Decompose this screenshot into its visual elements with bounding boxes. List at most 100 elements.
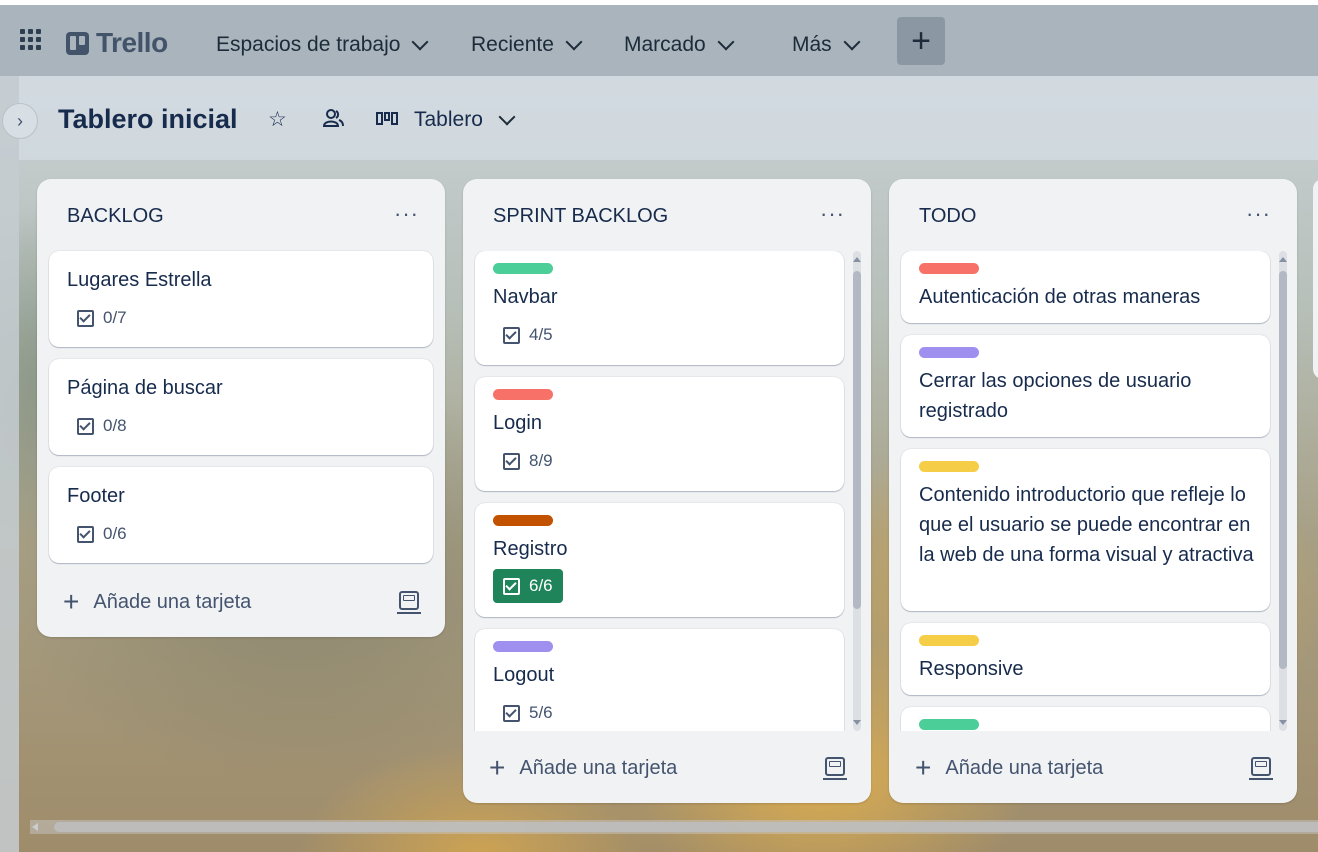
chevron-down-icon xyxy=(843,33,861,51)
card-template-icon[interactable] xyxy=(1249,757,1273,780)
checklist-count: 8/9 xyxy=(529,451,553,470)
board-title[interactable]: Tablero inicial xyxy=(58,104,238,135)
list-backlog: BACKLOG ··· Lugares Estrella 0/7 Página … xyxy=(37,179,445,637)
plus-icon: + xyxy=(63,586,80,617)
scroll-up-arrow[interactable] xyxy=(853,257,861,262)
card-scroll-area: Autenticación de otras maneras Cerrar la… xyxy=(889,251,1297,731)
card[interactable]: Cerrar las opciones de usuario registrad… xyxy=(901,335,1270,437)
board-horizontal-scrollbar[interactable] xyxy=(30,820,1318,834)
card-title: Registro xyxy=(493,538,568,560)
star-icon[interactable]: ☆ xyxy=(268,107,287,132)
checklist-badge-complete: 6/6 xyxy=(493,569,563,603)
scroll-left-arrow[interactable] xyxy=(32,823,38,831)
card-label xyxy=(919,719,979,730)
board-view-switcher[interactable]: Tablero xyxy=(414,108,516,132)
nav-more-menu[interactable]: Más xyxy=(792,33,861,57)
scrollbar-thumb[interactable] xyxy=(54,822,1318,832)
scrollbar-thumb[interactable] xyxy=(1279,271,1287,669)
create-button[interactable]: + xyxy=(897,17,945,65)
card[interactable]: Responsive xyxy=(901,623,1270,695)
list-sprint-backlog: SPRINT BACKLOG ··· Navbar 4/5 Login 8/9 … xyxy=(463,179,871,803)
card[interactable]: Contenido introductorio que refleje lo q… xyxy=(901,449,1270,611)
list-title[interactable]: SPRINT BACKLOG xyxy=(493,205,668,228)
list-title[interactable]: BACKLOG xyxy=(67,205,164,228)
scroll-up-arrow[interactable] xyxy=(1279,257,1287,262)
top-navigation-bar: Trello Espacios de trabajo Reciente Marc… xyxy=(0,5,1318,77)
board-canvas: › Tablero inicial ☆ Tablero BACKLOG ··· … xyxy=(0,76,1318,852)
card[interactable]: Navbar 4/5 xyxy=(475,251,844,365)
nav-workspaces-label: Espacios de trabajo xyxy=(216,33,401,56)
plus-icon: + xyxy=(915,752,932,783)
card[interactable]: Login 8/9 xyxy=(475,377,844,491)
trello-logo[interactable]: Trello xyxy=(66,27,168,59)
scrollbar-thumb[interactable] xyxy=(853,271,861,609)
card-title: Footer xyxy=(67,485,125,507)
add-card-label: Añade una tarjeta xyxy=(519,756,678,779)
checklist-count: 6/6 xyxy=(529,576,553,595)
card-label xyxy=(919,461,979,472)
card-template-icon[interactable] xyxy=(397,591,421,614)
card-title: Página de buscar xyxy=(67,377,223,399)
card-title: Cerrar las opciones de usuario registrad… xyxy=(919,370,1192,422)
checklist-badge: 0/6 xyxy=(67,517,137,551)
list-menu-icon[interactable]: ··· xyxy=(1246,201,1271,227)
card[interactable]: Logout 5/6 xyxy=(475,629,844,731)
checklist-count: 0/6 xyxy=(103,524,127,543)
card[interactable]: Lugares Estrella 0/7 xyxy=(49,251,433,347)
add-card-button[interactable]: + Añade una tarjeta xyxy=(915,754,1103,782)
list-menu-icon[interactable]: ··· xyxy=(394,201,419,227)
checklist-icon xyxy=(77,309,94,327)
next-list-edge[interactable] xyxy=(1313,179,1318,379)
chevron-down-icon xyxy=(498,108,516,126)
card[interactable]: Página de buscar 0/8 xyxy=(49,359,433,455)
list-scrollbar[interactable] xyxy=(853,251,861,731)
card[interactable]: Footer 0/6 xyxy=(49,467,433,563)
nav-recent-menu[interactable]: Reciente xyxy=(471,33,583,57)
checklist-icon xyxy=(77,417,94,435)
chevron-down-icon xyxy=(717,33,735,51)
checklist-badge: 5/6 xyxy=(493,696,563,730)
scroll-down-arrow[interactable] xyxy=(853,720,861,725)
card-label xyxy=(919,635,979,646)
card-label xyxy=(919,263,979,274)
card-title: Navbar xyxy=(493,286,558,308)
card[interactable]: Autenticación de otras maneras xyxy=(901,251,1270,323)
card[interactable] xyxy=(901,707,1270,731)
nav-workspaces-menu[interactable]: Espacios de trabajo xyxy=(216,33,429,57)
checklist-count: 0/8 xyxy=(103,416,127,435)
workspace-visibility-icon[interactable] xyxy=(322,107,344,135)
sidebar-collapsed xyxy=(0,76,19,852)
checklist-count: 5/6 xyxy=(529,703,553,722)
chevron-down-icon xyxy=(565,33,583,51)
add-card-button[interactable]: + Añade una tarjeta xyxy=(489,754,677,782)
card-title: Login xyxy=(493,412,542,434)
scroll-down-arrow[interactable] xyxy=(1279,720,1287,725)
checklist-count: 4/5 xyxy=(529,325,553,344)
checklist-icon xyxy=(77,525,94,543)
nav-starred-menu[interactable]: Marcado xyxy=(624,33,735,57)
card-template-icon[interactable] xyxy=(823,757,847,780)
plus-icon: + xyxy=(489,752,506,783)
card[interactable]: Registro 6/6 xyxy=(475,503,844,617)
card-label xyxy=(493,641,553,652)
people-icon xyxy=(322,109,344,127)
card-scroll-area: Navbar 4/5 Login 8/9 Registro 6/6 Logout… xyxy=(463,251,871,731)
add-card-label: Añade una tarjeta xyxy=(945,756,1104,779)
add-card-label: Añade una tarjeta xyxy=(93,590,252,613)
list-menu-icon[interactable]: ··· xyxy=(820,201,845,227)
expand-sidebar-button[interactable]: › xyxy=(2,103,38,139)
list-scrollbar[interactable] xyxy=(1279,251,1287,731)
nav-recent-label: Reciente xyxy=(471,33,554,56)
logo-text: Trello xyxy=(96,27,168,58)
checklist-badge: 0/7 xyxy=(67,301,137,335)
card-title: Responsive xyxy=(919,658,1024,680)
add-card-button[interactable]: + Añade una tarjeta xyxy=(63,588,251,616)
board-view-icon xyxy=(376,109,398,133)
board-view-label: Tablero xyxy=(414,108,483,131)
app-switcher-icon[interactable] xyxy=(20,29,41,50)
card-label xyxy=(919,347,979,358)
trello-logo-icon xyxy=(66,31,89,55)
card-label xyxy=(493,389,553,400)
list-title[interactable]: TODO xyxy=(919,205,976,228)
checklist-badge: 4/5 xyxy=(493,318,563,352)
